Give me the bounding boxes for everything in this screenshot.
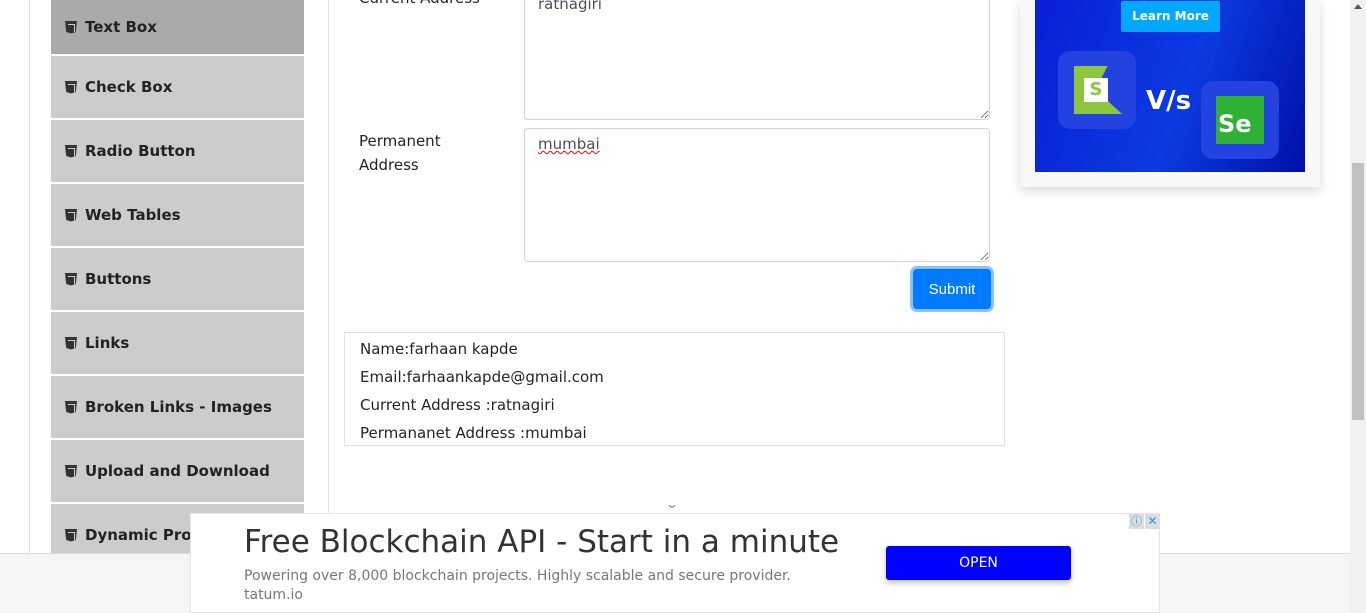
html5-icon [65, 20, 77, 34]
selenium-logo-icon: Se [1216, 96, 1264, 144]
chevron-down-icon[interactable]: ⌄ [665, 497, 679, 511]
left-border [29, 0, 30, 553]
sidebar-item-label: Check Box [85, 78, 173, 96]
sidebar-item-label: Broken Links - Images [85, 398, 272, 416]
output-current-address: Current Address :ratnagiri [360, 396, 555, 414]
label-line: Permanent [359, 132, 441, 150]
permanent-address-input[interactable]: mumbai [524, 128, 990, 262]
left-logo-tile: S [1058, 51, 1136, 129]
sidebar-item-radio-button[interactable]: Radio Button [51, 120, 304, 182]
sidebar-item-label: Buttons [85, 270, 152, 288]
ad-open-button[interactable]: OPEN [886, 546, 1071, 580]
output-permanent-address: Permananet Address :mumbai [360, 424, 587, 442]
content-divider [328, 0, 329, 553]
scrollbar-thumb[interactable] [1352, 163, 1364, 420]
label-line: Address [359, 156, 419, 174]
sidebar-item-label: Radio Button [85, 142, 196, 160]
vs-text: V/s [1146, 86, 1192, 116]
sidebar-item-buttons[interactable]: Buttons [51, 248, 304, 310]
right-logo-tile: Se [1201, 81, 1279, 159]
html5-icon [65, 272, 77, 286]
output-email: Email:farhaankapde@gmail.com [360, 368, 604, 386]
html5-icon [65, 528, 77, 542]
ad-info-icon[interactable]: ⓘ [1129, 514, 1144, 529]
sidebar-item-label: Upload and Download [85, 462, 270, 480]
ad-title[interactable]: Free Blockchain API - Start in a minute [244, 524, 839, 560]
current-address-input[interactable]: ratnagiri [524, 0, 990, 120]
sidebar-item-web-tables[interactable]: Web Tables [51, 184, 304, 246]
current-address-label: Current Address [359, 0, 480, 10]
side-ad-banner: Learn More S V/s Se [1035, 0, 1305, 172]
html5-icon [65, 80, 77, 94]
html5-icon [65, 208, 77, 222]
html5-icon [65, 400, 77, 414]
sidebar-item-broken-links[interactable]: Broken Links - Images [51, 376, 304, 438]
sidebar-item-check-box[interactable]: Check Box [51, 56, 304, 118]
sidebar-item-links[interactable]: Links [51, 312, 304, 374]
sidebar-item-text-box[interactable]: Text Box [51, 0, 304, 54]
sidebar-item-upload-download[interactable]: Upload and Download [51, 440, 304, 502]
logo-letter: S [1084, 78, 1108, 102]
sidebar-item-label: Text Box [85, 18, 157, 36]
output-name: Name:farhaan kapde [360, 340, 518, 358]
permanent-address-label: Permanent Address [359, 129, 441, 177]
scroll-up-arrow-icon[interactable] [1354, 4, 1362, 9]
html5-icon [65, 336, 77, 350]
ad-description: Powering over 8,000 blockchain projects.… [244, 568, 791, 584]
bottom-ad[interactable]: Free Blockchain API - Start in a minute … [190, 513, 1160, 613]
sidebar-item-label: Links [85, 334, 130, 352]
submit-button[interactable]: Submit [913, 269, 991, 309]
ad-domain: tatum.io [244, 587, 303, 603]
scrollbar[interactable] [1350, 0, 1366, 613]
ad-close-icon[interactable]: ✕ [1145, 514, 1160, 529]
output-box: Name:farhaan kapde Email:farhaankapde@gm… [344, 332, 1005, 446]
learn-more-button[interactable]: Learn More [1121, 1, 1220, 32]
side-ad[interactable]: Learn More S V/s Se [1020, 0, 1320, 187]
html5-icon [65, 144, 77, 158]
sidebar-item-label: Web Tables [85, 206, 181, 224]
html5-icon [65, 464, 77, 478]
